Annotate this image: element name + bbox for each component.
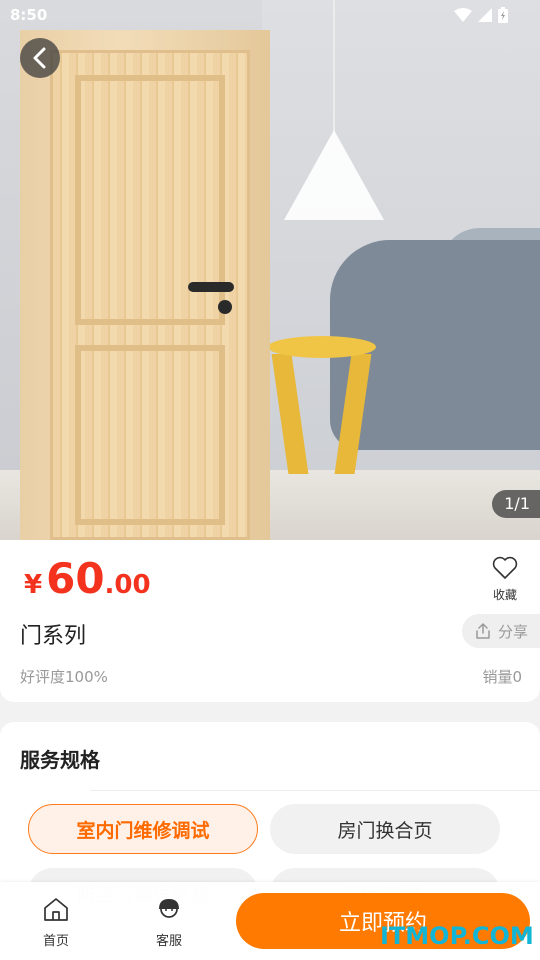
favorite-label: 收藏	[492, 588, 517, 602]
signal-icon	[478, 8, 492, 22]
home-label: 首页	[42, 934, 69, 949]
price-currency: ¥	[24, 570, 43, 600]
home-tab[interactable]: 首页	[26, 896, 86, 949]
rating: 好评度100%	[20, 668, 108, 686]
door-lock-knob	[218, 300, 232, 314]
pendant-lamp	[284, 130, 384, 220]
customer-service-icon	[159, 899, 179, 918]
door-panel-lower	[75, 345, 225, 525]
divider	[90, 790, 540, 791]
customer-service-tab[interactable]: 客服	[139, 896, 199, 949]
customer-service-label: 客服	[155, 934, 182, 949]
price-decimal: .00	[104, 570, 151, 600]
heart-icon	[492, 556, 518, 579]
stool-top	[268, 336, 376, 358]
spec-option-selected[interactable]: 室内门维修调试	[28, 804, 258, 854]
battery-icon	[498, 7, 508, 23]
watermark: ITMOP.COM	[380, 922, 534, 950]
spec-option[interactable]: 房门换合页	[270, 804, 500, 854]
wifi-icon	[454, 8, 472, 22]
back-button[interactable]	[20, 38, 60, 78]
status-bar: 8:50	[0, 0, 540, 30]
door-handle	[188, 282, 234, 292]
favorite-button[interactable]: 收藏	[486, 556, 524, 603]
sales-count: 销量0	[482, 668, 522, 686]
home-icon	[44, 898, 68, 921]
product-title: 门系列	[20, 624, 87, 649]
share-label: 分享	[498, 622, 529, 641]
price: ¥ 60 .00	[24, 554, 151, 603]
chevron-left-icon	[33, 47, 46, 69]
share-icon	[476, 623, 490, 639]
status-time: 8:50	[10, 6, 48, 24]
status-icons	[454, 7, 508, 23]
product-image[interactable]	[0, 0, 540, 540]
image-counter: 1/1	[492, 490, 540, 518]
wooden-door	[50, 50, 250, 540]
section-title: 服务规格	[20, 748, 100, 772]
price-integer: 60	[46, 554, 105, 603]
share-button[interactable]: 分享	[462, 614, 540, 648]
